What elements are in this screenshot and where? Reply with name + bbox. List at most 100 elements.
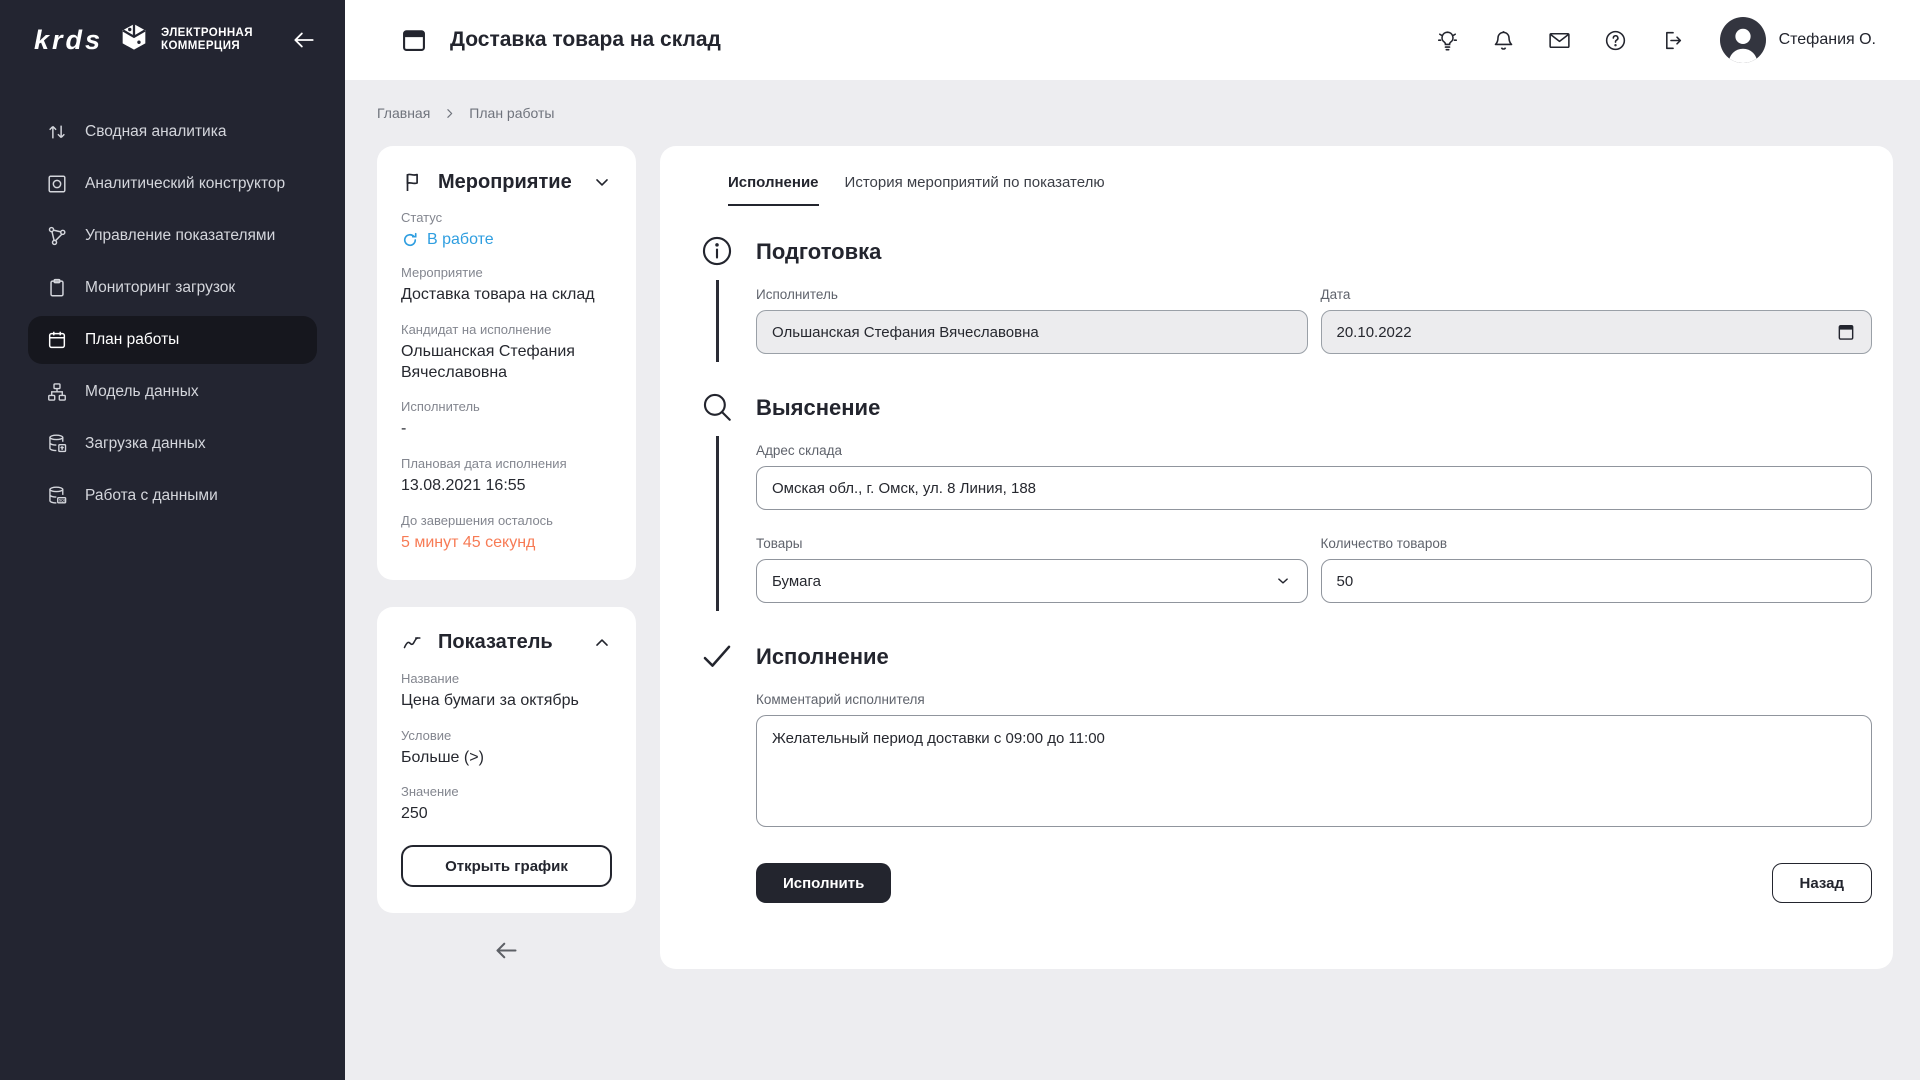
sidebar-item-summary-analytics[interactable]: Сводная аналитика (28, 108, 317, 156)
date-field-label: Дата (1321, 287, 1873, 302)
sidebar-item-upload-monitoring[interactable]: Мониторинг загрузок (28, 264, 317, 312)
tab-history[interactable]: История мероприятий по показателю (845, 174, 1105, 206)
section-title-execution: Исполнение (756, 644, 1872, 670)
executor-value: - (401, 419, 612, 440)
brand-logo: krds ЭЛЕКТРОННАЯ КОММЕРЦИЯ (0, 0, 345, 80)
executor-field-label: Исполнитель (756, 287, 1308, 302)
open-chart-button[interactable]: Открыть график (401, 845, 612, 887)
address-field-label: Адрес склада (756, 443, 1872, 458)
date-input[interactable]: 20.10.2022 (1321, 310, 1873, 354)
back-button[interactable]: Назад (1772, 863, 1872, 903)
clipboard-icon (46, 277, 68, 299)
indicators-graph-icon (46, 225, 68, 247)
comment-field-label: Комментарий исполнителя (756, 692, 1872, 707)
brand-wordmark: krds (34, 25, 103, 56)
trend-line-icon (401, 631, 425, 655)
executor-input[interactable] (756, 310, 1308, 354)
quantity-input[interactable] (1321, 559, 1873, 603)
user-name[interactable]: Стефания О. (1779, 31, 1876, 49)
database-sql-icon: SQL (46, 485, 68, 507)
logout-icon[interactable] (1659, 28, 1684, 53)
in-progress-refresh-icon (401, 231, 419, 249)
sidebar-item-data-work[interactable]: SQL Работа с данными (28, 472, 317, 520)
info-icon (700, 234, 734, 268)
constructor-icon (46, 173, 68, 195)
sidebar: krds ЭЛЕКТРОННАЯ КОММЕРЦИЯ Сводная анали… (0, 0, 345, 1080)
indicator-card-title: Показатель (438, 631, 553, 654)
sidebar-item-work-plan[interactable]: План работы (28, 316, 317, 364)
breadcrumb-home[interactable]: Главная (377, 105, 430, 121)
value-label: Значение (401, 784, 612, 799)
section-title-clarification: Выяснение (756, 395, 1872, 421)
chevron-right-icon (443, 107, 456, 120)
indicator-name-label: Название (401, 671, 612, 686)
calendar-icon (46, 329, 68, 351)
breadcrumb: Главная План работы (377, 100, 1893, 126)
search-icon (700, 390, 734, 424)
section-title-preparation: Подготовка (756, 239, 1872, 265)
data-model-icon (46, 381, 68, 403)
sidebar-nav: Сводная аналитика Аналитический конструк… (0, 106, 345, 522)
sidebar-collapse-arrow-icon[interactable] (291, 27, 317, 53)
top-header: Доставка товара на склад Стефания О. (345, 0, 1920, 80)
value-value: 250 (401, 804, 612, 825)
event-card-title: Мероприятие (438, 171, 572, 194)
candidate-label: Кандидат на исполнение (401, 322, 612, 337)
sidebar-item-indicator-management[interactable]: Управление показателями (28, 212, 317, 260)
status-label: Статус (401, 210, 612, 225)
sidebar-item-data-model[interactable]: Модель данных (28, 368, 317, 416)
tabs: Исполнение История мероприятий по показа… (700, 174, 1872, 206)
chevron-down-icon[interactable] (592, 172, 612, 192)
chevron-up-icon[interactable] (592, 633, 612, 653)
page-calendar-icon (400, 26, 428, 54)
goods-select[interactable]: Бумага (756, 559, 1308, 603)
sidebar-item-analytic-constructor[interactable]: Аналитический конструктор (28, 160, 317, 208)
executor-comment-textarea[interactable]: Желательный период доставки с 09:00 до 1… (756, 715, 1872, 827)
date-picker-calendar-icon[interactable] (1836, 322, 1856, 342)
back-arrow-icon[interactable] (493, 937, 520, 964)
sidebar-item-data-upload[interactable]: Загрузка данных (28, 420, 317, 468)
execution-panel: Исполнение История мероприятий по показа… (660, 146, 1893, 969)
indicator-name-value: Цена бумаги за октябрь (401, 691, 612, 712)
status-badge: В работе (401, 231, 612, 249)
executor-label: Исполнитель (401, 399, 612, 414)
left-column: Мероприятие Статус В работе Мероприятие … (377, 146, 636, 964)
cube-logo-icon (117, 21, 151, 60)
help-icon[interactable] (1603, 28, 1628, 53)
select-chevron-down-icon (1274, 572, 1292, 590)
check-icon (700, 639, 734, 673)
event-card: Мероприятие Статус В работе Мероприятие … (377, 146, 636, 580)
breadcrumb-current: План работы (469, 105, 554, 121)
planned-date-value: 13.08.2021 16:55 (401, 476, 612, 497)
event-label: Мероприятие (401, 265, 612, 280)
remaining-value: 5 минут 45 секунд (401, 533, 612, 554)
content-area: Главная План работы Мероприятие Статус В… (345, 80, 1920, 1080)
user-avatar[interactable] (1720, 17, 1766, 63)
section-execution: Исполнение Комментарий исполнителя Желат… (700, 639, 1872, 939)
section-clarification: Выяснение Адрес склада Товары Бумага (700, 390, 1872, 639)
messages-mail-icon[interactable] (1547, 28, 1572, 53)
planned-date-label: Плановая дата исполнения (401, 456, 612, 471)
condition-value: Больше (>) (401, 748, 612, 769)
page-title: Доставка товара на склад (450, 28, 721, 52)
candidate-value: Ольшанская Стефания Вячеславовна (401, 342, 612, 384)
database-upload-icon (46, 433, 68, 455)
warehouse-address-input[interactable] (756, 466, 1872, 510)
analytics-arrows-icon (46, 121, 68, 143)
svg-text:SQL: SQL (59, 499, 67, 503)
section-preparation: Подготовка Исполнитель Дата 20.10.2022 (700, 234, 1872, 390)
condition-label: Условие (401, 728, 612, 743)
notifications-bell-icon[interactable] (1491, 28, 1516, 53)
remaining-label: До завершения осталось (401, 513, 612, 528)
section-connector-line (716, 436, 719, 611)
brand-caption: ЭЛЕКТРОННАЯ КОММЕРЦИЯ (161, 27, 253, 53)
goods-field-label: Товары (756, 536, 1308, 551)
theme-bulb-icon[interactable] (1435, 28, 1460, 53)
execute-button[interactable]: Исполнить (756, 863, 891, 903)
indicator-card: Показатель Название Цена бумаги за октяб… (377, 607, 636, 913)
quantity-field-label: Количество товаров (1321, 536, 1873, 551)
section-connector-line (716, 280, 719, 362)
event-value: Доставка товара на склад (401, 285, 612, 306)
tab-execution[interactable]: Исполнение (728, 174, 819, 206)
flag-icon (401, 170, 425, 194)
